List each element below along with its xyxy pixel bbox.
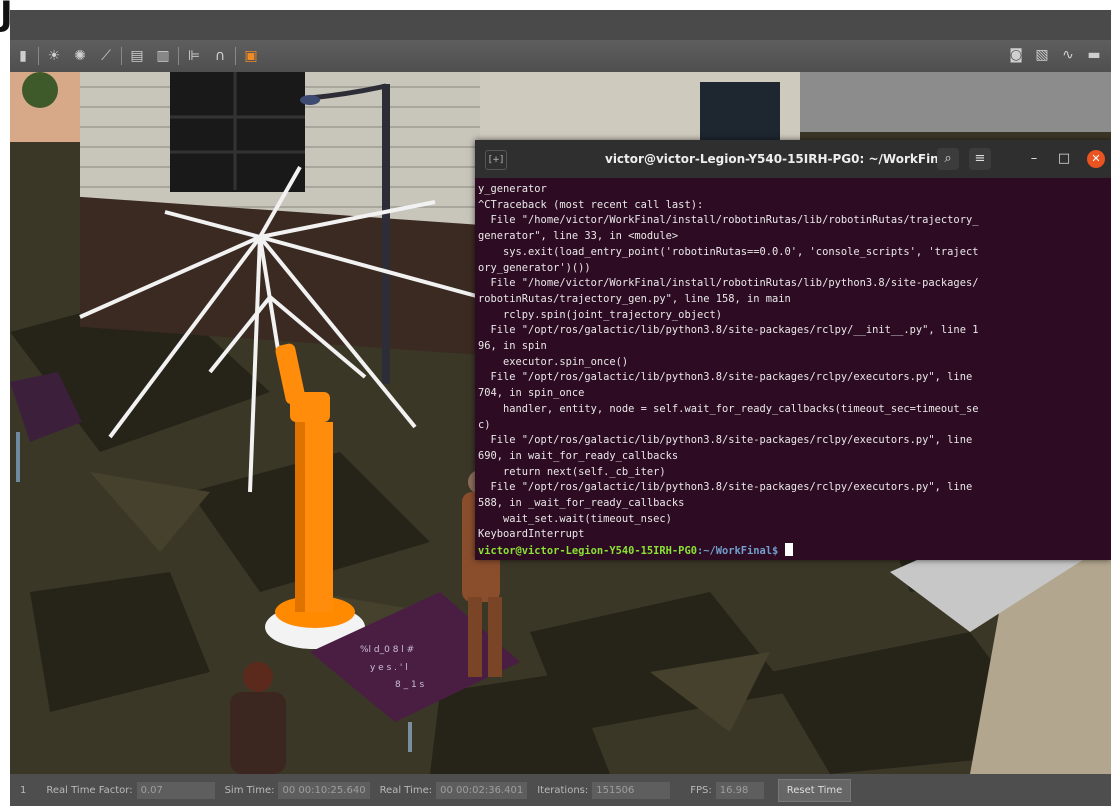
rtf-label: Real Time Factor: (46, 784, 133, 796)
spot-light-icon[interactable]: ⟋ (98, 48, 114, 64)
new-tab-icon[interactable]: [+] (485, 150, 507, 170)
close-icon[interactable]: ✕ (1087, 150, 1105, 168)
text-cursor (784, 543, 793, 557)
menu-icon[interactable]: ≡ (969, 148, 991, 170)
terminal-line: 96, in spin (478, 340, 547, 353)
terminal-line: wait_set.wait(timeout_nsec) (478, 512, 672, 525)
terminal-line: File "/home/victor/WorkFinal/install/rob… (478, 214, 979, 227)
terminal-line: File "/home/victor/WorkFinal/install/rob… (478, 277, 979, 290)
log-icon[interactable]: ▧ (1034, 47, 1050, 63)
terminal-line: robotinRutas/trajectory_gen.py", line 15… (478, 292, 791, 305)
rtf-value: 0.07 (136, 781, 215, 799)
sim-time-value: 00 00:10:25.640 (278, 781, 370, 799)
window (170, 72, 305, 192)
toolbar-separator (178, 47, 179, 65)
select-mode-icon[interactable]: ▮ (15, 48, 31, 64)
svg-text:y e s . ' l: y e s . ' l (370, 663, 408, 673)
terminal-line: handler, entity, node = self.wait_for_re… (478, 402, 979, 415)
terminal-line: File "/opt/ros/galactic/lib/python3.8/si… (478, 434, 973, 447)
minimize-icon[interactable]: – (1023, 148, 1045, 170)
svg-text:8 _ 1 s: 8 _ 1 s (395, 680, 425, 690)
terminal-title: victor@victor-Legion-Y540-15IRH-PG0: ~/W… (605, 152, 951, 166)
gazebo-toolbar: ▮ ☀ ✺ ⟋ ▤ ▥ ⊫ ∩ ▣ ◙ ▧ ∿ ▬ (10, 40, 1111, 72)
plot-icon[interactable]: ∿ (1060, 47, 1076, 63)
terminal-line: ory_generator')()) (478, 261, 591, 274)
terminal-line: File "/opt/ros/galactic/lib/python3.8/si… (478, 481, 973, 494)
snap-icon[interactable]: ∩ (212, 48, 228, 64)
fps-value: 16.98 (715, 781, 764, 799)
terminal-line: 690, in wait_for_ready_callbacks (478, 449, 679, 462)
prompt-path: :~/WorkFinal$ (696, 545, 785, 558)
terminal-line: File "/opt/ros/galactic/lib/python3.8/si… (478, 371, 973, 384)
real-time-label: Real Time: (379, 784, 433, 796)
video-record-icon[interactable]: ▬ (1086, 47, 1102, 63)
terminal-line: return next(self._cb_iter) (478, 465, 666, 478)
terminal-window[interactable]: [+] victor@victor-Legion-Y540-15IRH-PG0:… (475, 140, 1111, 560)
toolbar-separator (38, 47, 39, 65)
window-title-bar (10, 10, 1111, 40)
copy-icon[interactable]: ▤ (129, 48, 145, 64)
change-view-icon[interactable]: ▣ (243, 48, 259, 64)
sim-time-label: Sim Time: (224, 784, 275, 796)
terminal-output[interactable]: y_generator ^CTraceback (most recent call… (475, 178, 1111, 560)
toolbar-separator (121, 47, 122, 65)
terminal-lines: y_generator ^CTraceback (most recent call… (478, 182, 1107, 543)
terminal-line: y_generator (478, 183, 547, 195)
point-light-icon[interactable]: ✺ (72, 48, 88, 64)
sun-light-icon[interactable]: ☀ (46, 48, 62, 64)
svg-text:%l d_0 8 l #: %l d_0 8 l # (360, 645, 414, 655)
terminal-line: sys.exit(load_entry_point('robotinRutas=… (478, 245, 979, 258)
terminal-line: c) (478, 418, 491, 431)
fps-label: FPS: (690, 784, 712, 796)
align-icon[interactable]: ⊫ (186, 48, 202, 64)
terminal-prompt-line: victor@victor-Legion-Y540-15IRH-PG0:~/Wo… (478, 543, 1107, 560)
paste-icon[interactable]: ▥ (155, 48, 171, 64)
search-icon[interactable]: ⌕ (937, 148, 959, 170)
iterations-value: 151506 (592, 781, 671, 799)
prompt-user: victor@victor-Legion-Y540-15IRH-PG0 (478, 545, 697, 558)
status-bar: 1 Real Time Factor: 0.07 Sim Time: 00 00… (10, 774, 1111, 806)
terminal-line: ^CTraceback (most recent call last): (478, 198, 704, 211)
terminal-line: generator", line 33, in <module> (478, 230, 679, 243)
real-time-value: 00 00:02:36.401 (436, 781, 528, 799)
iterations-label: Iterations: (537, 784, 589, 796)
steps-value[interactable]: 1 (20, 785, 26, 796)
terminal-line: 704, in spin_once (478, 387, 585, 400)
terminal-line: executor.spin_once() (478, 355, 629, 368)
terminal-title-bar: [+] victor@victor-Legion-Y540-15IRH-PG0:… (475, 140, 1111, 178)
terminal-line: File "/opt/ros/galactic/lib/python3.8/si… (478, 324, 979, 337)
terminal-line: KeyboardInterrupt (478, 528, 585, 541)
terminal-line: 588, in _wait_for_ready_callbacks (478, 497, 685, 510)
plant (22, 72, 58, 108)
screenshot-camera-icon[interactable]: ◙ (1008, 47, 1024, 63)
toolbar-separator (235, 47, 236, 65)
reset-time-button[interactable]: Reset Time (777, 778, 852, 802)
maximize-icon[interactable]: □ (1053, 148, 1075, 170)
terminal-line: rclpy.spin(joint_trajectory_object) (478, 308, 722, 321)
